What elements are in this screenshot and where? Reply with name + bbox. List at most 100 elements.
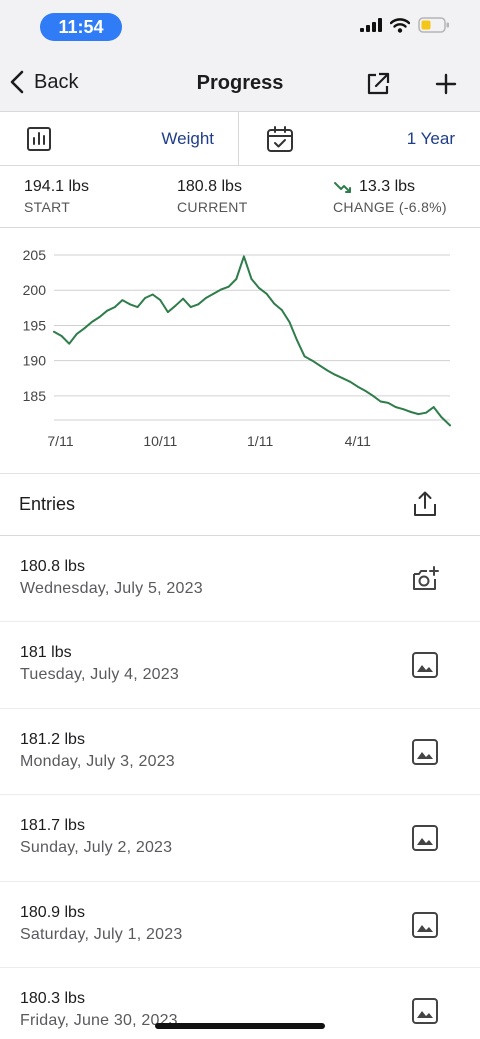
data-point (174, 304, 177, 307)
data-point (151, 293, 154, 296)
battery-icon (418, 17, 449, 33)
x-tick-label: 10/11 (143, 433, 177, 449)
data-point (303, 355, 306, 358)
data-point (440, 416, 443, 418)
data-point (113, 306, 116, 309)
data-point (296, 339, 298, 342)
metric-label: Weight (161, 129, 214, 148)
data-point (68, 342, 71, 345)
y-tick-label: 190 (23, 353, 47, 369)
change-row: 13.3 lbs (333, 178, 447, 196)
entry-photo-button[interactable] (410, 910, 440, 945)
change-value: 13.3 lbs (359, 178, 416, 195)
data-point (159, 299, 162, 301)
data-point (182, 297, 185, 300)
data-point (265, 292, 268, 295)
data-point (60, 335, 63, 337)
data-point (334, 373, 336, 376)
home-indicator (155, 1023, 325, 1029)
entry-date: Friday, June 30, 2023 (20, 1011, 178, 1029)
data-point (98, 316, 101, 318)
data-point (136, 306, 139, 309)
start-value: 194.1 lbs (24, 178, 89, 195)
range-selector[interactable]: 1 Year (240, 112, 480, 165)
data-point (326, 369, 329, 372)
data-point (394, 406, 397, 409)
change-label: CHANGE (-6.8%) (333, 199, 447, 215)
entry-date: Monday, July 3, 2023 (20, 752, 175, 770)
start-label: START (24, 199, 71, 215)
status-bar: 11:54 (0, 0, 480, 58)
data-point (288, 321, 291, 323)
entry-photo-button[interactable] (410, 650, 440, 685)
photo-icon (412, 997, 438, 1024)
weight-chart: 205 200 195 190 185 7/11 10/11 1/11 4/11 (0, 228, 480, 474)
weight-series-line (53, 255, 451, 427)
add-entry-button[interactable] (432, 70, 460, 103)
data-point (410, 411, 412, 413)
range-label: 1 Year (406, 129, 455, 148)
data-point (91, 321, 93, 323)
entry-row[interactable]: 180.8 lbs Wednesday, July 5, 2023 (0, 536, 480, 623)
y-tick-label: 200 (23, 282, 47, 298)
entry-photo-button[interactable] (410, 737, 440, 772)
data-point (273, 302, 276, 305)
weight-chart-svg: 205 200 195 190 185 7/11 10/11 1/11 4/11 (23, 247, 451, 449)
entry-photo-button[interactable] (410, 823, 440, 858)
entry-weight: 180.9 lbs (20, 903, 85, 921)
bar-chart-icon (27, 127, 51, 151)
data-point (402, 408, 405, 411)
x-tick-label: 7/11 (47, 433, 73, 449)
entry-row[interactable]: 181.7 lbs Sunday, July 2, 2023 (0, 795, 480, 882)
entry-row[interactable]: 180.9 lbs Saturday, July 1, 2023 (0, 882, 480, 968)
data-point (341, 377, 344, 380)
x-tick-label: 1/11 (247, 433, 273, 449)
plus-icon (435, 73, 457, 95)
data-point (227, 285, 230, 288)
data-point (106, 309, 109, 312)
entry-row[interactable]: 181.2 lbs Monday, July 3, 2023 (0, 709, 480, 796)
entry-date: Tuesday, July 4, 2023 (20, 666, 179, 684)
entry-weight: 181 lbs (20, 644, 72, 662)
entry-photo-button[interactable] (410, 564, 440, 599)
selector-row: Weight 1 Year (0, 112, 480, 166)
data-point (204, 297, 207, 299)
entry-date: Wednesday, July 5, 2023 (20, 580, 203, 597)
status-time: 11:54 (40, 13, 122, 41)
external-link-icon (367, 72, 390, 95)
photo-icon (412, 738, 438, 765)
photo-icon (412, 825, 438, 852)
data-point (53, 330, 55, 333)
data-point (364, 390, 367, 392)
entries-header: Entries (0, 474, 480, 536)
data-point (356, 385, 359, 388)
data-point (75, 332, 78, 335)
y-tick-label: 195 (23, 317, 47, 333)
entry-weight: 180.8 lbs (20, 558, 85, 575)
data-point (372, 394, 374, 397)
data-point (121, 299, 124, 301)
data-point (242, 255, 245, 258)
entry-photo-button[interactable] (410, 996, 440, 1031)
entry-row[interactable]: 181 lbs Tuesday, July 4, 2023 (0, 622, 480, 709)
data-point (318, 364, 321, 367)
data-point (311, 359, 314, 362)
entry-weight: 181.2 lbs (20, 730, 85, 748)
back-label: Back (34, 70, 79, 93)
data-point (83, 327, 86, 330)
back-button[interactable]: Back (10, 70, 78, 94)
export-entries-button[interactable] (410, 489, 440, 524)
data-point (258, 287, 260, 290)
data-point (280, 309, 283, 311)
photo-icon (412, 911, 438, 938)
chevron-left-icon (10, 70, 24, 94)
trend-down-icon (334, 182, 351, 193)
metric-selector[interactable]: Weight (0, 112, 239, 165)
entry-date: Sunday, July 2, 2023 (20, 839, 173, 857)
data-point (449, 424, 451, 427)
entries-list: 180.8 lbs Wednesday, July 5, 2023 181 lbs T… (0, 536, 480, 1039)
open-external-button[interactable] (364, 70, 392, 103)
data-point (379, 400, 382, 403)
nav-bar: Progress Back (0, 58, 480, 112)
data-point (387, 401, 390, 404)
